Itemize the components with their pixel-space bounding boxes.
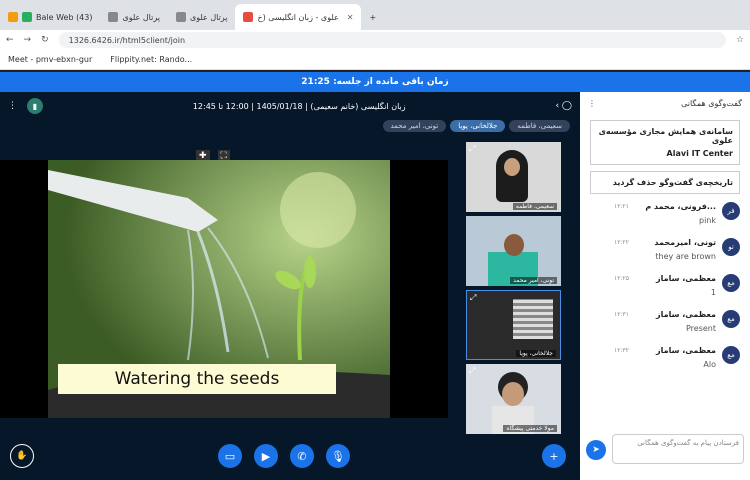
more-options-icon[interactable]: ⋮ (8, 101, 17, 111)
message-time: ۱۲:۳۱ (614, 311, 629, 318)
expand-icon[interactable]: ⤢ (469, 144, 475, 154)
message-time: ۱۲:۲۱ (614, 203, 629, 210)
message-time: ۱۲:۳۲ (614, 347, 629, 354)
session-timer: زمان باقی مانده از جلسه: 21:25 (0, 72, 750, 92)
browser-tab[interactable]: Bale Web (43) (0, 4, 100, 30)
message-time: ۱۲:۲۵ (614, 275, 629, 282)
participant-video[interactable]: ⤢ سعیمی، فاطمه (466, 142, 561, 212)
bookmark-item[interactable]: Flippity.net: Rando... (110, 55, 192, 64)
screen-share-button[interactable]: ▭ (218, 444, 242, 468)
slide-caption: Watering the seeds (58, 364, 336, 394)
raise-hand-button[interactable]: ✋ (10, 444, 34, 468)
tab-label: پرتال علوی (122, 12, 160, 22)
message-text: 1 (710, 288, 716, 297)
actions-button[interactable]: + (542, 444, 566, 468)
bookmark-item[interactable]: Meet - pmv-ebxn-gur (8, 55, 92, 64)
forward-icon[interactable]: → (24, 35, 32, 45)
address-bar: ← → ↻ 1326.6426.ir/html5client/join ☆ (0, 30, 750, 50)
browser-tab-bar: Bale Web (43) پرتال علوی پرتال علوی علوی… (0, 0, 750, 30)
star-icon[interactable]: ☆ (736, 35, 744, 45)
tab-label: علوی - زبان انگلیسی (خ (257, 12, 339, 22)
reload-icon[interactable]: ↻ (41, 35, 49, 45)
message-author: معظمی، ساماز (656, 274, 716, 283)
tab-favicon-icon (243, 12, 254, 22)
avatar: تو (722, 238, 740, 256)
send-message-button[interactable]: ➤ (586, 440, 606, 460)
avatar: مع (722, 310, 740, 328)
message-time: ۱۲:۲۲ (614, 239, 629, 246)
chat-title[interactable]: گفت‌وگوی همگانی (681, 99, 742, 108)
participant-video[interactable]: ⤢ جلالخانی، پویا (466, 290, 561, 360)
message-text: Present (685, 324, 716, 333)
tab-favicon-icon (175, 12, 186, 22)
chat-message: مع معظمی، ساماز ۱۲:۳۲ Alo (588, 344, 742, 380)
meeting-topbar: ⋮ ▮ زبان انگلیسی (خانم سعیمی) | 1405/01/… (0, 92, 580, 120)
talking-chip: جلالخانی، پویا (450, 120, 506, 132)
url-field[interactable]: 1326.6426.ir/html5client/join (58, 32, 726, 48)
message-text: pink (698, 216, 716, 225)
bookmarks-bar: Meet - pmv-ebxn-gur Flippity.net: Rando.… (0, 50, 750, 70)
tab-label: پرتال علوی (189, 12, 228, 22)
camera-button[interactable]: ▶ (254, 444, 278, 468)
meeting-title: زبان انگلیسی (خانم سعیمی) | 1405/01/18 |… (192, 101, 406, 111)
presentation-letterbox (390, 160, 448, 418)
chat-message: تو تونی، امیرمحمد ۱۲:۲۲ they are brown (588, 236, 742, 272)
message-author: معظمی، ساماز (656, 310, 716, 319)
chat-message: مع معظمی، ساماز ۱۲:۳۱ Present (588, 308, 742, 344)
chat-panel: ⋮ گفت‌وگوی همگانی سامانه‌ی همایش مجازی م… (580, 92, 750, 480)
new-tab-button[interactable]: + (361, 4, 384, 30)
tab-label: Bale Web (43) (36, 12, 93, 22)
participant-name: جلالخانی، پویا (516, 350, 556, 357)
tab-favicon-icon (108, 12, 119, 22)
message-author: تونی، امیرمحمد (654, 238, 716, 247)
tab-favicon-icon (22, 12, 32, 22)
chat-options-icon[interactable]: ⋮ (588, 99, 596, 108)
welcome-message: سامانه‌ی همایش مجازی مؤسسه‌ی علوی Alavi … (590, 120, 740, 165)
browser-tab[interactable]: پرتال علوی (100, 4, 167, 30)
browser-tab[interactable]: پرتال علوی (168, 4, 235, 30)
expand-icon[interactable]: ⤢ (470, 293, 476, 303)
phone-button[interactable]: ✆ (290, 444, 314, 468)
participant-video[interactable]: ⤢ مولا خدمتی پیشگاه (466, 364, 561, 434)
message-text: they are brown (655, 252, 716, 261)
message-author: فرونی، محمد م... (645, 202, 716, 211)
message-text: Alo (703, 360, 716, 369)
close-tab-icon[interactable]: ✕ (347, 13, 354, 22)
avatar: مع (722, 346, 740, 364)
chat-message: مع معظمی، ساماز ۱۲:۲۵ 1 (588, 272, 742, 308)
meeting-controls: ✋ ▭ ▶ ✆ 🎙 + (0, 436, 580, 480)
participants-toggle-icon[interactable]: ‹ ◯ (555, 101, 572, 111)
talking-chip: سعیمی، فاطمه (509, 120, 570, 132)
talking-indicators: تونی، امیر محمد جلالخانی، پویا سعیمی، فا… (382, 120, 570, 132)
browser-tab-active[interactable]: علوی - زبان انگلیسی (خ ✕ (235, 4, 362, 30)
presentation-slide: Watering the seeds (48, 160, 390, 418)
presentation-letterbox (0, 160, 48, 418)
meeting-main: ⋮ ▮ زبان انگلیسی (خانم سعیمی) | 1405/01/… (0, 92, 580, 480)
participant-video[interactable]: تونی، امیر محمد (466, 216, 561, 286)
chat-cleared-notice: تاریخچه‌ی گفت‌وگو حذف گردید (590, 171, 740, 194)
avatar: مع (722, 274, 740, 292)
back-icon[interactable]: ← (6, 35, 14, 45)
avatar: فر (722, 202, 740, 220)
participant-name: تونی، امیر محمد (510, 277, 557, 284)
participant-name: مولا خدمتی پیشگاه (503, 425, 557, 432)
expand-icon[interactable]: ⤢ (469, 366, 475, 376)
stats-icon[interactable]: ▮ (27, 98, 43, 114)
chat-message: فر فرونی، محمد م... ۱۲:۲۱ pink (588, 200, 742, 236)
message-author: معظمی، ساماز (656, 346, 716, 355)
talking-chip: تونی، امیر محمد (382, 120, 447, 132)
tab-favicon-icon (8, 12, 18, 22)
participant-name: سعیمی، فاطمه (512, 203, 557, 210)
chat-header: ⋮ گفت‌وگوی همگانی (580, 92, 750, 114)
microphone-button[interactable]: 🎙 (326, 444, 350, 468)
chat-input[interactable]: فرستادن پیام به گفت‌وگوی همگانی (612, 434, 744, 464)
